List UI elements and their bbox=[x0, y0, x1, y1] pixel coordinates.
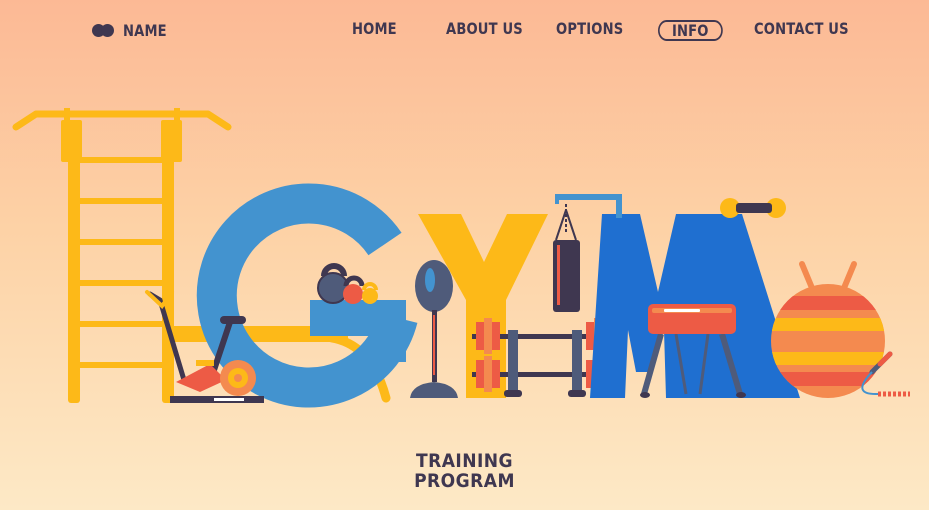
dumbbell-top-icon bbox=[720, 198, 786, 218]
wall-bars-icon bbox=[12, 108, 391, 403]
gym-hero-illustration bbox=[12, 108, 910, 408]
tagline-line-1: TRAINING bbox=[415, 450, 514, 472]
training-program-heading: TRAINING PROGRAM bbox=[0, 451, 929, 491]
kettlebell-icon bbox=[317, 263, 378, 304]
speed-bag-icon bbox=[410, 260, 458, 398]
tagline-line-2: PROGRAM bbox=[414, 470, 515, 492]
fitness-ball-icon bbox=[771, 261, 885, 398]
